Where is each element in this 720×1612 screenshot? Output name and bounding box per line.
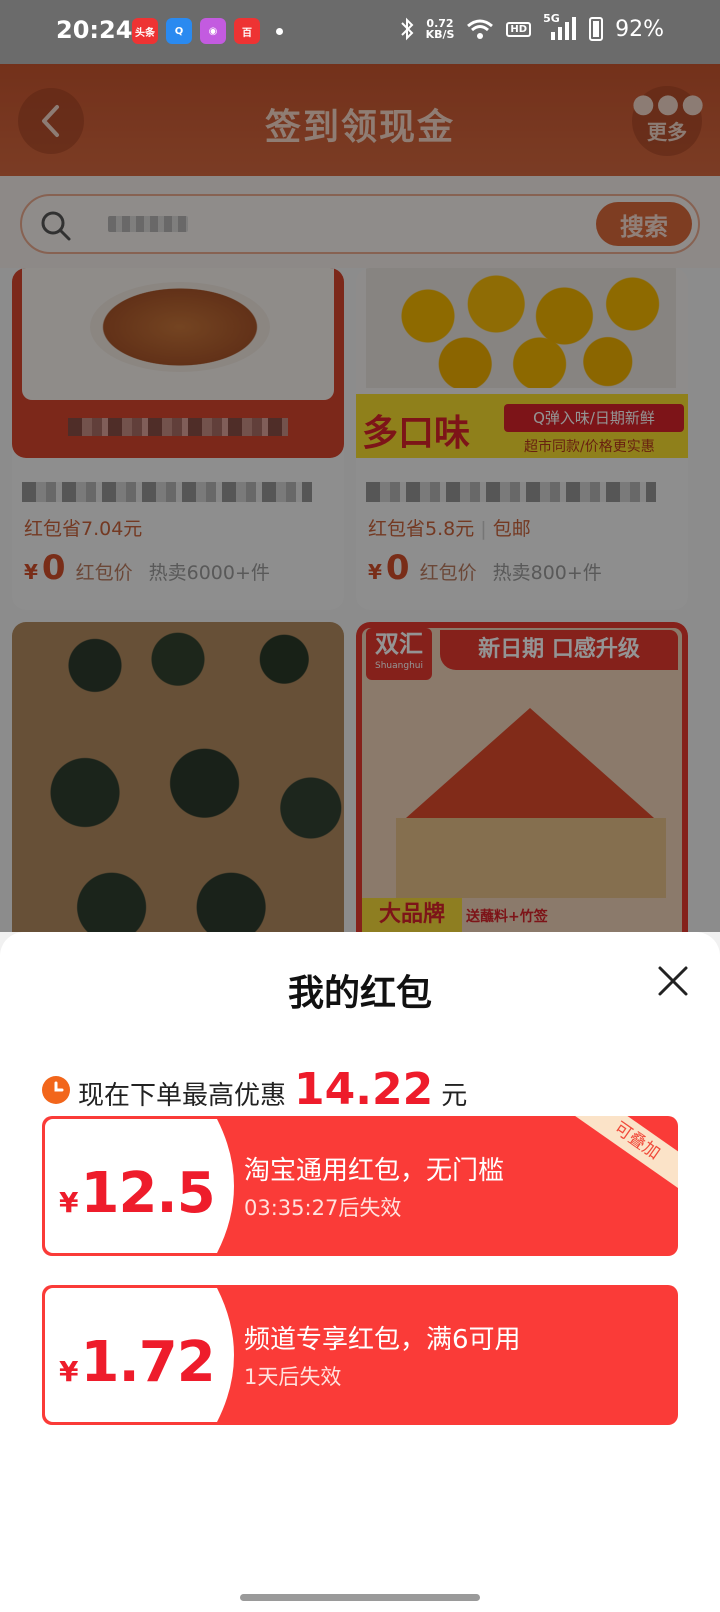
modal-backdrop[interactable] <box>0 64 720 932</box>
status-right: 0.72 KB/S HD 5G 92% <box>400 12 664 42</box>
summary-prefix: 现在下单最高优惠 <box>78 1081 287 1111</box>
wifi-icon <box>467 19 494 39</box>
battery-icon <box>589 17 604 41</box>
coupon-value: 12.5 <box>80 1161 215 1226</box>
network-speed-unit: KB/S <box>425 28 455 41</box>
notification-icons: 头条 Q ◉ 百 <box>132 18 283 44</box>
coupon-expiry: 1天后失效 <box>244 1365 342 1389</box>
coupon-card[interactable]: ¥ 1.72 频道专享红包，满6可用 1天后失效 <box>42 1285 678 1425</box>
discount-summary: 现在下单最高优惠 14.22 元 <box>42 1064 467 1115</box>
clock-icon <box>42 1075 70 1104</box>
search-app-icon: Q <box>166 18 192 44</box>
toutiao-app-icon: 头条 <box>132 18 158 44</box>
coupon-value: 1.72 <box>80 1330 215 1395</box>
coupon-expiry: 03:35:27后失效 <box>244 1196 402 1220</box>
coupon-name: 淘宝通用红包，无门槛 <box>244 1156 505 1186</box>
status-time: 20:24 <box>56 16 133 44</box>
cellular-signal-icon: 5G <box>543 12 577 42</box>
coupon-amount: ¥ 1.72 <box>59 1330 215 1395</box>
red-packet-sheet: 我的红包 现在下单最高优惠 14.22 元 ¥ 12.5 淘宝通用红包，无门槛 … <box>0 932 720 1612</box>
gallery-app-icon: ◉ <box>200 18 226 44</box>
coupon-currency: ¥ <box>59 1355 79 1388</box>
bluetooth-icon <box>400 17 413 41</box>
sheet-title: 我的红包 <box>287 973 432 1014</box>
coupon-card[interactable]: ¥ 12.5 淘宝通用红包，无门槛 03:35:27后失效 可叠加 <box>42 1116 678 1256</box>
baidu-app-icon: 百 <box>234 18 260 44</box>
hd-badge: HD <box>506 21 532 37</box>
summary-amount: 14.22 <box>294 1064 434 1115</box>
summary-unit: 元 <box>441 1081 468 1111</box>
coupon-name: 频道专享红包，满6可用 <box>244 1325 521 1355</box>
home-indicator[interactable] <box>240 1594 480 1601</box>
status-bar: 20:24 头条 Q ◉ 百 0.72 KB/S HD 5G 92% <box>0 0 720 64</box>
network-speed: 0.72 KB/S <box>426 18 455 40</box>
network-type: 5G <box>543 12 560 25</box>
coupon-amount: ¥ 12.5 <box>59 1161 215 1226</box>
coupon-amount-panel: ¥ 12.5 <box>45 1119 249 1253</box>
stackable-badge: 可叠加 <box>566 1116 678 1197</box>
battery-percent: 92% <box>615 16 664 42</box>
more-notifications-dot <box>276 27 283 35</box>
coupon-amount-panel: ¥ 1.72 <box>45 1288 249 1422</box>
coupon-currency: ¥ <box>59 1186 79 1219</box>
close-icon[interactable] <box>656 964 690 998</box>
